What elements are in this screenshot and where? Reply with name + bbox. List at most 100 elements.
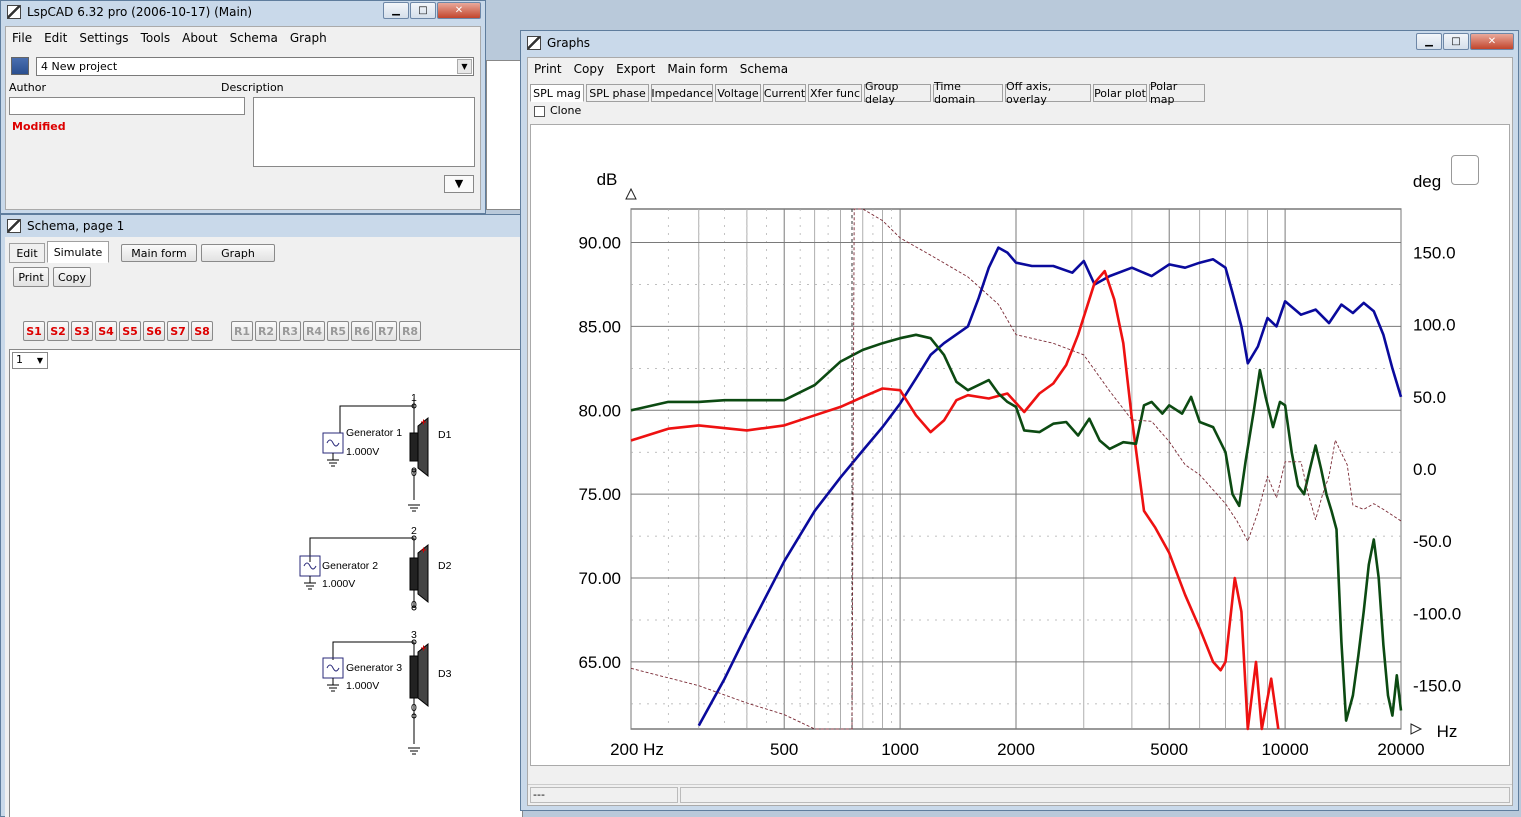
main-titlebar[interactable]: LspCAD 6.32 pro (2006-10-17) (Main) bbox=[1, 1, 373, 23]
y-axis-arrow bbox=[625, 187, 637, 200]
tab-impedance[interactable]: Impedance bbox=[651, 84, 713, 102]
generator-3-name[interactable]: Generator 3 bbox=[346, 662, 402, 674]
y-tick-label: 85.00 bbox=[578, 317, 621, 336]
status-pane-1: --- bbox=[530, 787, 678, 803]
y-tick-label: 65.00 bbox=[578, 653, 621, 672]
generator-2-name[interactable]: Generator 2 bbox=[322, 560, 378, 572]
background-window bbox=[486, 60, 524, 210]
s4-button[interactable]: S4 bbox=[95, 321, 117, 341]
maximize-icon[interactable]: □ bbox=[410, 2, 436, 19]
menu-edit[interactable]: Edit bbox=[44, 31, 67, 45]
node-0-label-3: 0 bbox=[411, 702, 417, 714]
menu-schema[interactable]: Schema bbox=[740, 62, 788, 76]
tab-group-delay[interactable]: Group delay bbox=[864, 80, 931, 106]
app-icon bbox=[7, 219, 21, 233]
menu-schema[interactable]: Schema bbox=[230, 31, 278, 45]
x-tick-label: 10000 bbox=[1261, 740, 1308, 759]
main-form-button[interactable]: Main form bbox=[121, 244, 197, 262]
menu-print[interactable]: Print bbox=[534, 62, 562, 76]
tab-xfer-func[interactable]: Xfer func bbox=[808, 84, 862, 102]
r7-button[interactable]: R7 bbox=[375, 321, 397, 341]
project-select[interactable]: 4 New project ▼ bbox=[36, 57, 474, 76]
r8-button[interactable]: R8 bbox=[399, 321, 421, 341]
tab-voltage[interactable]: Voltage bbox=[715, 84, 761, 102]
s6-button[interactable]: S6 bbox=[143, 321, 165, 341]
x-tick-label: 200 Hz bbox=[610, 740, 664, 759]
y-right-axis-label: deg bbox=[1413, 172, 1441, 191]
r4-button[interactable]: R4 bbox=[303, 321, 325, 341]
menu-settings[interactable]: Settings bbox=[79, 31, 128, 45]
tab-simulate[interactable]: Simulate bbox=[47, 241, 109, 263]
y-right-tick-label: -100.0 bbox=[1413, 604, 1461, 623]
tab-spl-phase[interactable]: SPL phase bbox=[586, 84, 649, 102]
author-field[interactable] bbox=[9, 97, 245, 115]
graphs-titlebar[interactable]: Graphs bbox=[521, 31, 1518, 55]
menu-graph[interactable]: Graph bbox=[290, 31, 327, 45]
r2-button[interactable]: R2 bbox=[255, 321, 277, 341]
s8-button[interactable]: S8 bbox=[191, 321, 213, 341]
tab-edit[interactable]: Edit bbox=[9, 243, 45, 263]
x-tick-label: 1000 bbox=[881, 740, 919, 759]
clone-label: Clone bbox=[550, 104, 582, 117]
spl-chart[interactable]: 90.00 85.00 80.00 75.00 70.00 65.00 150.0 100.0… bbox=[531, 125, 1511, 765]
node-0-label-2: 0 bbox=[411, 599, 417, 611]
tab-polar-plot[interactable]: Polar plot bbox=[1093, 84, 1147, 102]
driver-2-label[interactable]: D2 bbox=[438, 560, 451, 572]
graphs-title: Graphs bbox=[547, 36, 591, 50]
save-icon[interactable] bbox=[11, 57, 29, 75]
r5-button[interactable]: R5 bbox=[327, 321, 349, 341]
clone-checkbox[interactable] bbox=[534, 106, 545, 117]
x-axis-arrow bbox=[1410, 723, 1423, 735]
generator-1-name[interactable]: Generator 1 bbox=[346, 427, 402, 439]
r3-button[interactable]: R3 bbox=[279, 321, 301, 341]
menu-main-form[interactable]: Main form bbox=[667, 62, 727, 76]
main-menubar: File Edit Settings Tools About Schema Gr… bbox=[6, 28, 327, 48]
project-select-value: 4 New project bbox=[41, 60, 118, 73]
tab-off-axis-overlay[interactable]: Off axis, overlay bbox=[1005, 80, 1091, 106]
close-icon[interactable]: ✕ bbox=[1470, 33, 1514, 50]
s7-button[interactable]: S7 bbox=[167, 321, 189, 341]
y-right-tick-label: 0.0 bbox=[1413, 460, 1437, 479]
circuit-2 bbox=[299, 535, 429, 611]
menu-copy[interactable]: Copy bbox=[574, 62, 604, 76]
description-field[interactable] bbox=[253, 97, 475, 167]
schema-window: Schema, page 1 Edit Simulate Main form G… bbox=[0, 214, 523, 817]
s5-button[interactable]: S5 bbox=[119, 321, 141, 341]
copy-button[interactable]: Copy bbox=[53, 267, 91, 287]
menu-file[interactable]: File bbox=[12, 31, 32, 45]
print-button[interactable]: Print bbox=[13, 267, 49, 287]
r6-button[interactable]: R6 bbox=[351, 321, 373, 341]
s3-button[interactable]: S3 bbox=[71, 321, 93, 341]
r1-button[interactable]: R1 bbox=[231, 321, 253, 341]
menu-about[interactable]: About bbox=[182, 31, 217, 45]
tab-time-domain[interactable]: Time domain bbox=[933, 80, 1003, 106]
chevron-down-icon[interactable]: ▼ bbox=[457, 59, 472, 74]
minimize-icon[interactable]: ▁ bbox=[1416, 33, 1442, 50]
schema-client: Edit Simulate Main form Graph Print Copy… bbox=[5, 237, 523, 817]
s1-button[interactable]: S1 bbox=[23, 321, 45, 341]
tab-polar-map[interactable]: Polar map bbox=[1149, 80, 1205, 106]
s2-button[interactable]: S2 bbox=[47, 321, 69, 341]
modified-status: Modified bbox=[12, 120, 66, 133]
schema-titlebar[interactable]: Schema, page 1 bbox=[1, 215, 521, 237]
tab-current[interactable]: Current bbox=[763, 84, 806, 102]
y-right-tick-label: -150.0 bbox=[1413, 677, 1461, 696]
graph-button[interactable]: Graph bbox=[201, 244, 275, 262]
maximize-icon[interactable]: □ bbox=[1443, 33, 1469, 50]
generator-2-voltage: 1.000V bbox=[322, 578, 356, 590]
circuit-3 bbox=[322, 639, 429, 755]
driver-1-label[interactable]: D1 bbox=[438, 429, 451, 441]
node-3-label: 3 bbox=[411, 629, 417, 641]
app-icon bbox=[527, 36, 541, 50]
schema-canvas[interactable]: 1 ▼ 1 Generator 1 1.000V D1 0 2 Generato… bbox=[9, 349, 523, 817]
menu-export[interactable]: Export bbox=[616, 62, 655, 76]
driver-3-label[interactable]: D3 bbox=[438, 668, 451, 680]
tab-spl-mag[interactable]: SPL mag bbox=[530, 84, 584, 102]
menu-tools[interactable]: Tools bbox=[141, 31, 171, 45]
close-icon[interactable]: ✕ bbox=[437, 2, 481, 19]
y-right-tick-label: 150.0 bbox=[1413, 243, 1456, 262]
main-client: File Edit Settings Tools About Schema Gr… bbox=[5, 26, 481, 210]
dropdown-button[interactable]: ▼ bbox=[444, 175, 474, 193]
generator-1-voltage: 1.000V bbox=[346, 446, 380, 458]
minimize-icon[interactable]: ▁ bbox=[383, 2, 409, 19]
